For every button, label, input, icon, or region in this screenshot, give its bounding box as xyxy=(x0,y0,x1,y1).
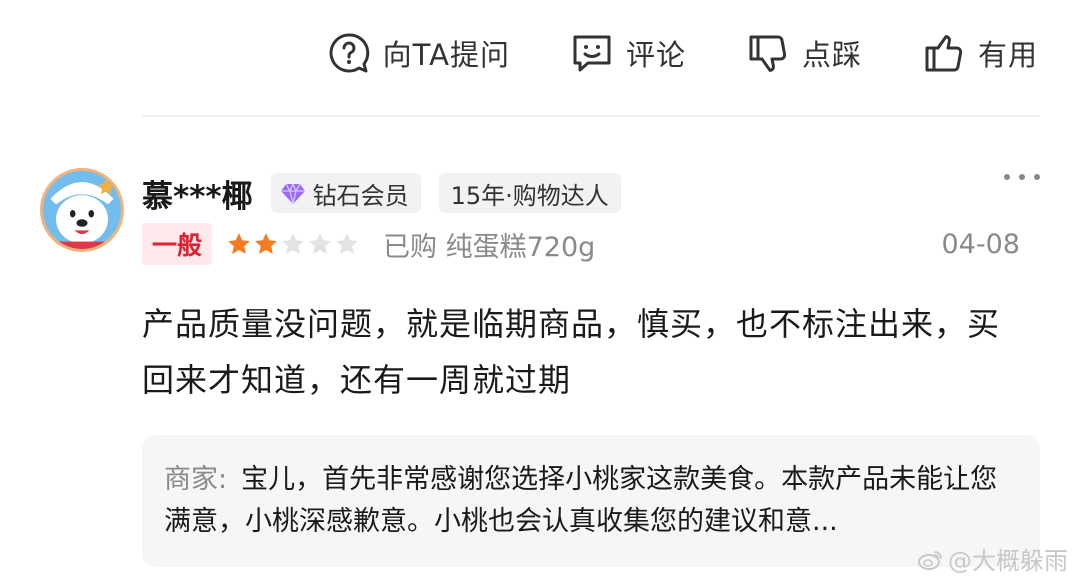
star-empty-icon xyxy=(336,233,358,254)
review-text: 产品质量没问题，就是临期商品，慎买，也不标注出来，买回来才知道，还有一周就过期 xyxy=(142,305,1001,399)
ask-question-button[interactable]: 向TA提问 xyxy=(327,31,510,75)
comment-button[interactable]: 评论 xyxy=(570,31,686,75)
dislike-button[interactable]: 点踩 xyxy=(746,31,862,75)
watermark-text: @大概躲雨 xyxy=(948,547,1068,575)
thumbs-down-icon xyxy=(749,35,787,72)
member-badge: 钻石会员 xyxy=(270,173,421,213)
avatar[interactable] xyxy=(40,168,124,252)
question-icon xyxy=(329,33,369,73)
useful-button[interactable]: 有用 xyxy=(922,31,1038,75)
thumbs-up-icon xyxy=(925,35,963,72)
more-options-icon[interactable] xyxy=(1004,174,1040,180)
reviewer-info-row: 慕***椰 钻石会员 15年·购物达人 xyxy=(142,170,1040,216)
merchant-reply-body: 商家: 宝儿，首先非常感谢您选择小桃家这款美食。本款产品未能让您满意，小桃深感歉意… xyxy=(164,459,1018,543)
useful-label: 有用 xyxy=(977,38,1038,72)
dislike-label: 点踩 xyxy=(801,38,862,72)
star-empty-icon xyxy=(282,233,304,254)
star-rating xyxy=(226,231,361,257)
merchant-reply-label: 商家: xyxy=(164,464,228,495)
divider xyxy=(142,115,1040,117)
star-filled-icon xyxy=(228,233,250,254)
rating-row: 一般 已购 纯蛋糕720g 04-08 xyxy=(142,222,1020,266)
merchant-reply-text: 宝儿，首先非常感谢您选择小桃家这款美食。本款产品未能让您满意，小桃深感歉意。小桃… xyxy=(164,464,998,537)
years-badge: 15年·购物达人 xyxy=(438,173,621,213)
comment-icon xyxy=(573,35,611,72)
comment-label: 评论 xyxy=(625,38,686,72)
username[interactable]: 慕***椰 xyxy=(142,171,253,216)
review-date: 04-08 xyxy=(941,228,1020,260)
purchased-item: 已购 纯蛋糕720g xyxy=(383,231,596,263)
watermark: @大概躲雨 xyxy=(918,541,1068,576)
mascot-avatar-icon xyxy=(43,171,121,249)
grade-badge: 一般 xyxy=(142,223,213,265)
ask-question-label: 向TA提问 xyxy=(382,38,510,72)
merchant-reply[interactable]: 商家: 宝儿，首先非常感谢您选择小桃家这款美食。本款产品未能让您满意，小桃深感歉意… xyxy=(142,435,1040,567)
weibo-logo-icon xyxy=(918,550,942,570)
star-filled-icon xyxy=(255,233,277,254)
member-badge-label: 钻石会员 xyxy=(312,181,409,210)
review-action-bar: 向TA提问 评论 点踩 有用 xyxy=(327,28,1038,78)
diamond-icon xyxy=(280,182,305,205)
star-empty-icon xyxy=(309,233,331,254)
